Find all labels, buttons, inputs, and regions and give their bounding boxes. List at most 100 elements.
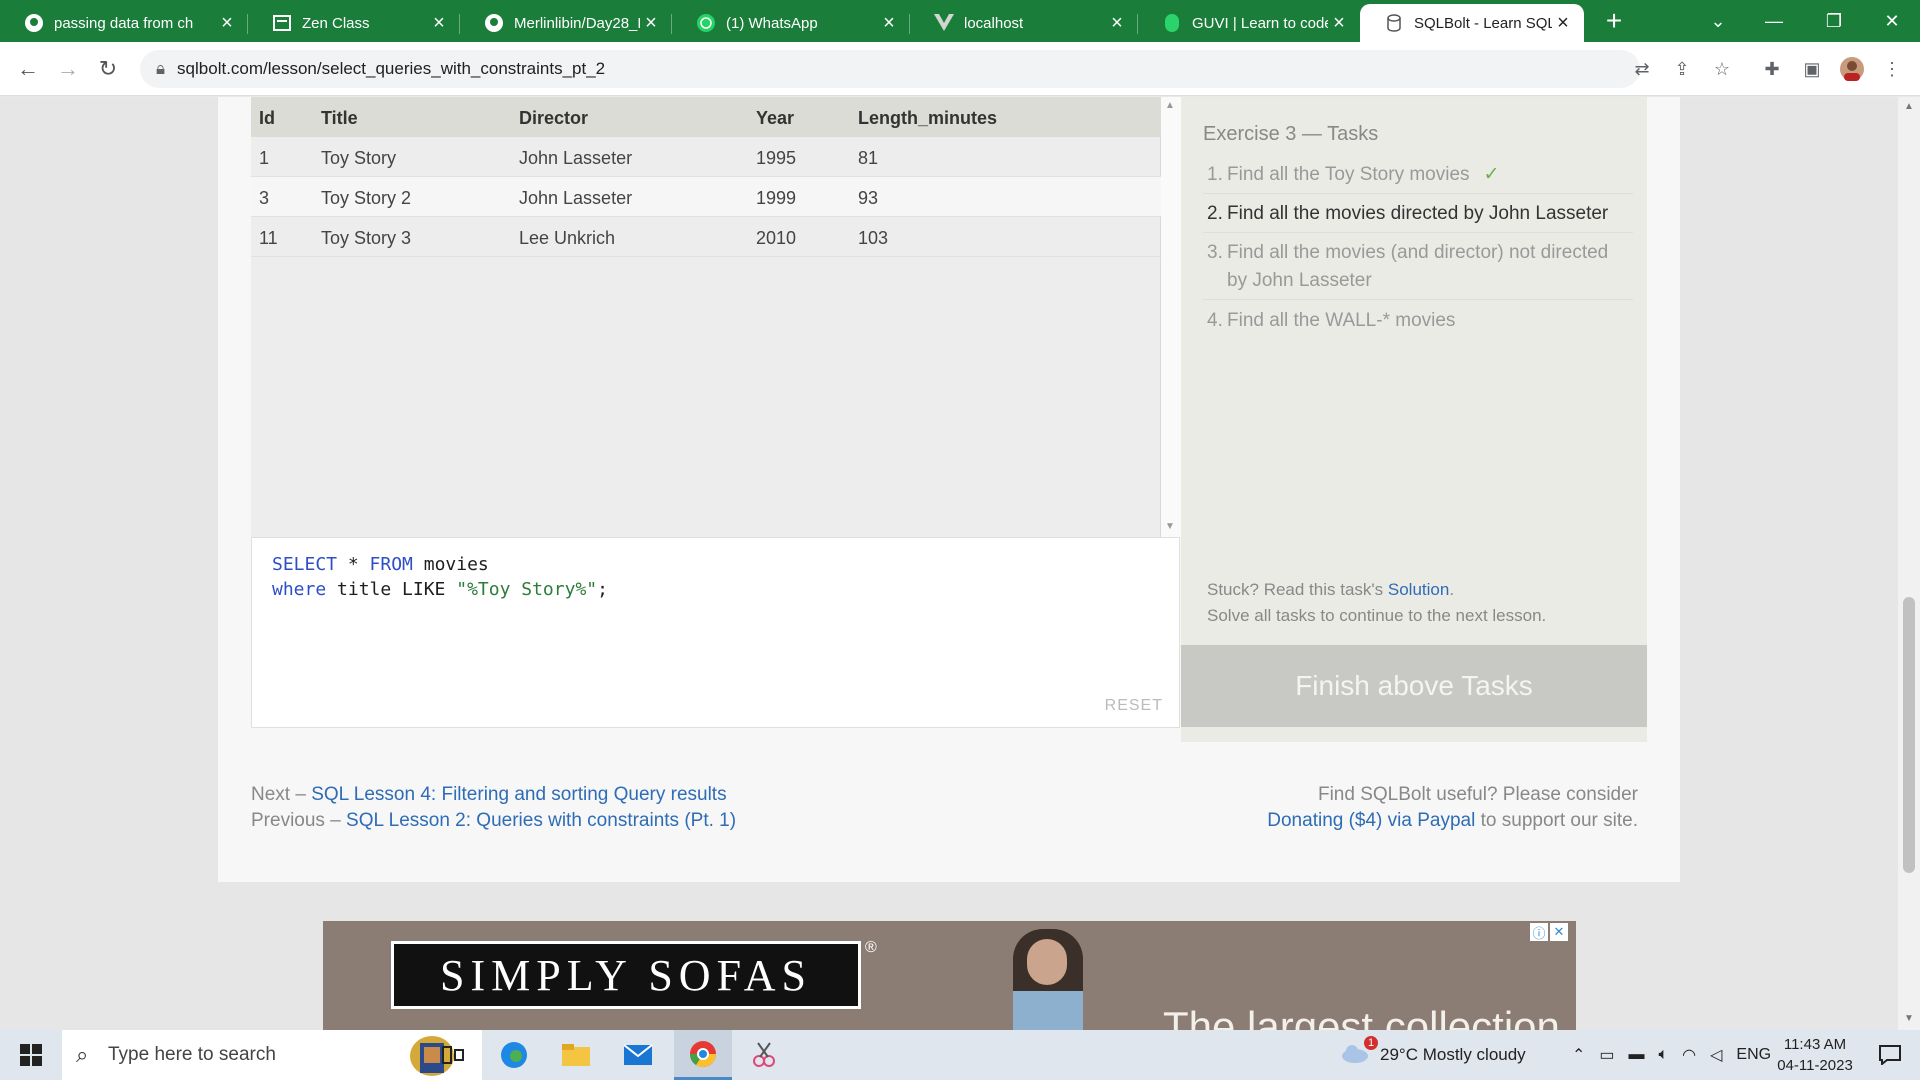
tab-whatsapp[interactable]: (1) WhatsApp × bbox=[672, 4, 910, 42]
close-tab-icon[interactable]: × bbox=[640, 12, 662, 34]
windows-taskbar: ⌕ Type here to search 1 29°C Mostly clou… bbox=[0, 1030, 1920, 1080]
github-icon bbox=[24, 13, 44, 33]
translate-icon[interactable]: ⇄ bbox=[1628, 55, 1656, 83]
lesson-navigation: Next – SQL Lesson 4: Filtering and sorti… bbox=[251, 782, 736, 834]
guvi-icon bbox=[1162, 13, 1182, 33]
minimize-icon[interactable]: — bbox=[1746, 0, 1802, 42]
table-cell: 11 bbox=[259, 228, 278, 248]
page-scrollbar[interactable]: ▲ ▼ bbox=[1898, 97, 1920, 1030]
tab-label: Merlinlibin/Day28_Re bbox=[514, 14, 640, 32]
close-window-icon[interactable]: ✕ bbox=[1864, 0, 1920, 42]
column-header: Director bbox=[519, 108, 589, 128]
close-tab-icon[interactable]: × bbox=[1328, 12, 1350, 34]
extensions-icon[interactable]: ✚ bbox=[1758, 55, 1786, 83]
task-view-icon[interactable] bbox=[430, 1030, 476, 1080]
close-tab-icon[interactable]: × bbox=[1106, 12, 1128, 34]
new-tab-button[interactable]: + bbox=[1598, 6, 1630, 38]
solution-link[interactable]: Solution bbox=[1388, 580, 1449, 599]
task-item: 1. Find all the Toy Story movies ✓ bbox=[1203, 161, 1633, 194]
side-panel-icon[interactable]: ▣ bbox=[1798, 55, 1826, 83]
tab-label: GUVI | Learn to code bbox=[1192, 14, 1328, 32]
back-icon[interactable]: ← bbox=[12, 53, 44, 85]
system-clock[interactable]: 11:43 AM 04-11-2023 bbox=[1760, 1034, 1870, 1076]
task-text: Find all the Toy Story movies bbox=[1227, 164, 1470, 185]
tasks-title: Exercise 3 — Tasks bbox=[1203, 123, 1379, 145]
close-tab-icon[interactable]: × bbox=[1552, 12, 1574, 34]
next-lesson-link[interactable]: SQL Lesson 4: Filtering and sorting Quer… bbox=[311, 784, 726, 805]
restore-icon[interactable]: ❐ bbox=[1806, 0, 1862, 42]
stuck-hint: Stuck? Read this task's Solution. Solve … bbox=[1207, 577, 1546, 629]
close-tab-icon[interactable]: × bbox=[216, 12, 238, 34]
bookmark-star-icon[interactable]: ☆ bbox=[1708, 55, 1736, 83]
reset-button[interactable]: RESET bbox=[1105, 697, 1163, 715]
battery-icon[interactable]: ▬ bbox=[1629, 1046, 1645, 1064]
finish-tasks-button[interactable]: Finish above Tasks bbox=[1181, 645, 1647, 727]
scrollbar-thumb[interactable] bbox=[1903, 597, 1915, 873]
file-explorer-icon[interactable] bbox=[552, 1030, 600, 1080]
ad-brand-logo: SIMPLY SOFAS bbox=[391, 941, 861, 1009]
whatsapp-icon bbox=[696, 13, 716, 33]
close-tab-icon[interactable]: × bbox=[878, 12, 900, 34]
notifications-icon[interactable] bbox=[1866, 1030, 1914, 1080]
tab-localhost[interactable]: localhost × bbox=[910, 4, 1138, 42]
address-bar[interactable]: 🔒︎ sqlbolt.com/lesson/select_queries_wit… bbox=[140, 50, 1640, 88]
share-icon[interactable]: ⇪ bbox=[1668, 55, 1696, 83]
chrome-icon[interactable] bbox=[674, 1030, 732, 1080]
previous-lesson-link[interactable]: SQL Lesson 2: Queries with constraints (… bbox=[346, 810, 736, 831]
tab-label: Zen Class bbox=[302, 14, 370, 32]
avatar[interactable] bbox=[1838, 55, 1866, 83]
sql-editor[interactable]: SELECT * FROM movies where title LIKE "%… bbox=[251, 537, 1180, 728]
table-cell: Toy Story 2 bbox=[321, 188, 412, 208]
snipping-tool-icon[interactable] bbox=[740, 1030, 788, 1080]
tab-sqlbolt[interactable]: SQLBolt - Learn SQL × bbox=[1360, 4, 1584, 42]
scroll-up-icon[interactable]: ▲ bbox=[1165, 100, 1175, 111]
donate-link[interactable]: Donating ($4) via Paypal bbox=[1267, 810, 1475, 831]
clock-date: 04-11-2023 bbox=[1777, 1057, 1853, 1074]
ad-close-icon[interactable]: ✕ bbox=[1550, 923, 1568, 941]
scroll-down-icon[interactable]: ▼ bbox=[1903, 1013, 1915, 1024]
table-row: 3 Toy Story 2 John Lasseter 1999 93 bbox=[251, 177, 1161, 217]
task-text: Find all the WALL-* movies bbox=[1227, 310, 1456, 331]
weather-widget[interactable]: 1 29°C Mostly cloudy bbox=[1340, 1030, 1526, 1080]
device-icon[interactable]: ▭ bbox=[1599, 1045, 1614, 1065]
task-number: 2. bbox=[1207, 203, 1223, 224]
stuck-text: . bbox=[1449, 580, 1455, 599]
close-tab-icon[interactable]: × bbox=[428, 12, 450, 34]
task-item: 4. Find all the WALL-* movies bbox=[1203, 307, 1633, 339]
tab-guvi[interactable]: GUVI | Learn to code × bbox=[1138, 4, 1360, 42]
forward-icon[interactable]: → bbox=[52, 53, 84, 85]
table-cell: 2010 bbox=[756, 228, 797, 248]
mail-icon[interactable] bbox=[614, 1030, 662, 1080]
column-header: Id bbox=[259, 108, 275, 128]
scroll-down-icon[interactable]: ▼ bbox=[1165, 521, 1175, 532]
wifi-icon[interactable]: ◠ bbox=[1682, 1045, 1696, 1065]
sql-code[interactable]: SELECT * FROM movies where title LIKE "%… bbox=[272, 552, 608, 602]
start-button[interactable] bbox=[8, 1030, 54, 1080]
speaker-icon[interactable]: ◁ bbox=[1710, 1045, 1722, 1065]
tab-search-icon[interactable]: ⌄ bbox=[1690, 0, 1746, 42]
reload-icon[interactable]: ↻ bbox=[92, 53, 124, 85]
clock-time: 11:43 AM bbox=[1783, 1036, 1847, 1053]
ad-model-image bbox=[1013, 929, 1083, 1030]
table-cell: 93 bbox=[858, 188, 879, 208]
show-hidden-icons-icon[interactable]: ⌃ bbox=[1572, 1045, 1585, 1065]
tab-zen-class[interactable]: Zen Class × bbox=[248, 4, 460, 42]
ad-info-icon[interactable]: ⓘ bbox=[1530, 923, 1548, 941]
tab-label: localhost bbox=[964, 14, 1024, 32]
scroll-up-icon[interactable]: ▲ bbox=[1903, 101, 1915, 112]
sql-keyword: where bbox=[272, 579, 327, 600]
weather-cloud-icon: 1 bbox=[1340, 1035, 1378, 1069]
table-cell: 1 bbox=[259, 148, 270, 168]
menu-icon[interactable]: ⋮ bbox=[1878, 55, 1906, 83]
tab-github-day28[interactable]: Merlinlibin/Day28_Re × bbox=[460, 4, 672, 42]
donate-text: to support our site. bbox=[1475, 810, 1638, 831]
task-number: 3. bbox=[1207, 242, 1223, 263]
taskbar-search-box[interactable]: ⌕ Type here to search bbox=[62, 1030, 482, 1080]
edge-icon[interactable] bbox=[490, 1030, 538, 1080]
browser-toolbar: ← → ↻ 🔒︎ sqlbolt.com/lesson/select_queri… bbox=[0, 42, 1920, 96]
ad-banner[interactable]: SIMPLY SOFAS ® The largest collection ⓘ … bbox=[323, 921, 1576, 1030]
results-scrollbar[interactable]: ▲ ▼ bbox=[1161, 97, 1181, 537]
volume-icon[interactable]: 🔈︎ bbox=[1659, 1046, 1669, 1064]
windows-icon bbox=[20, 1044, 42, 1066]
tab-github-passing-data[interactable]: passing data from ch × bbox=[0, 4, 248, 42]
